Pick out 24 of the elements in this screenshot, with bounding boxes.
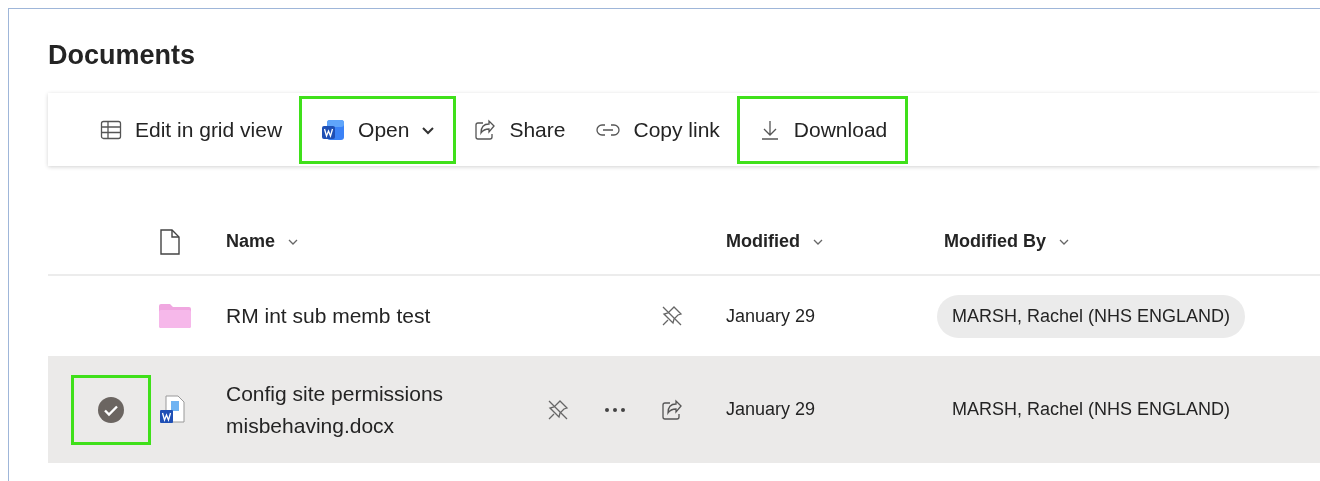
file-type-icon bbox=[159, 227, 181, 256]
pin-off-icon[interactable] bbox=[660, 304, 684, 328]
checkmark-icon bbox=[97, 396, 124, 423]
column-header[interactable]: Modified By bbox=[944, 228, 1070, 255]
share-button[interactable]: Share bbox=[460, 95, 579, 164]
word-document-icon bbox=[159, 394, 185, 425]
copy-link-button[interactable]: Copy link bbox=[582, 95, 733, 164]
column-header[interactable]: Name bbox=[226, 228, 300, 255]
more-icon[interactable] bbox=[604, 406, 626, 413]
modified-date: January 29 bbox=[726, 305, 816, 326]
person-name[interactable]: MARSH, Rachel (NHS ENGLAND) bbox=[944, 388, 1239, 431]
person-chip[interactable]: MARSH, Rachel (NHS ENGLAND) bbox=[937, 294, 1246, 338]
file-name[interactable]: Config site permissions misbehaving.docx bbox=[226, 377, 516, 442]
modified-date: January 29 bbox=[726, 399, 816, 419]
share-icon[interactable] bbox=[660, 397, 684, 422]
page-title: Documents bbox=[48, 39, 196, 72]
file-row[interactable]: Config site permissions misbehaving.docx January 29 MARSH, Rachel (NHS ENGLAND) bbox=[48, 356, 1320, 463]
column-header[interactable]: Modified bbox=[726, 228, 824, 255]
file-name[interactable]: RM int sub memb test bbox=[226, 300, 516, 332]
folder-icon bbox=[159, 304, 191, 328]
download-button[interactable]: Download bbox=[736, 95, 909, 164]
row-checkbox[interactable] bbox=[70, 374, 151, 445]
grid-view-button[interactable]: Edit in grid view bbox=[86, 95, 296, 164]
open-button[interactable]: Open bbox=[299, 95, 457, 164]
